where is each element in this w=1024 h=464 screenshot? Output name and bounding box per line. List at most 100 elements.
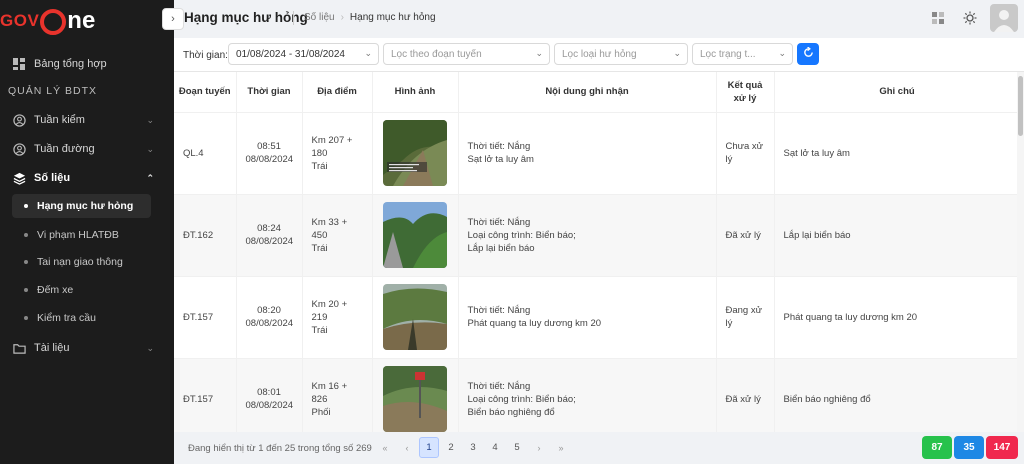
column-header-route[interactable]: Đoạn tuyến <box>174 72 237 113</box>
sidebar: GOV ne Bảng tổng hợp QUẢN LÝ BDTX Tuần k… <box>0 0 174 464</box>
content-line: Thời tiết: Nắng <box>467 216 531 228</box>
count-badge-green[interactable]: 87 <box>922 436 952 459</box>
content-cell: Thời tiết: Nắng Loại công trình: Biển báo… <box>458 358 717 432</box>
sidebar-section-title: QUẢN LÝ BDTX <box>8 85 98 97</box>
location-line: Km 207 + <box>311 134 353 146</box>
sidebar-group-tuan-duong[interactable]: Tuần đường ⌄ <box>12 137 162 161</box>
damage-photo-thumbnail[interactable] <box>383 202 447 268</box>
time-value: 08:24 <box>257 223 281 234</box>
chevron-right-icon: › <box>171 13 175 25</box>
content-line: Thời tiết: Nắng <box>467 141 531 152</box>
location-line: 180 <box>311 147 328 159</box>
breadcrumb-separator: › <box>340 12 344 23</box>
page-button[interactable]: 1 <box>419 437 439 458</box>
column-header-note: Ghi chú <box>774 72 1020 113</box>
prev-page-icon[interactable]: ‹ <box>397 437 417 458</box>
breadcrumb-item[interactable]: Số liệu <box>304 12 335 25</box>
chevron-down-icon: ⌄ <box>535 48 543 58</box>
sidebar-sub-label: Kiểm tra cầu <box>37 312 96 324</box>
bullet-icon <box>24 288 28 292</box>
content-cell: Thời tiết: Nắng Sạt lở ta luy âm <box>458 112 717 195</box>
column-header-location[interactable]: Địa điểm <box>302 72 373 113</box>
sidebar-sub-dem-xe[interactable]: Đếm xe <box>12 278 151 302</box>
brand-logo[interactable]: GOV ne <box>0 6 95 36</box>
last-page-icon[interactable]: » <box>551 437 571 458</box>
sidebar-item-dashboard[interactable]: Bảng tổng hợp <box>12 52 162 76</box>
sidebar-group-so-lieu[interactable]: Số liệu ⌃ <box>12 166 162 190</box>
sidebar-sub-kiem-tra-cau[interactable]: Kiểm tra cầu <box>12 306 151 330</box>
filter-bar: Thời gian: 01/08/2024 - 31/08/2024 ⌄ Lọc… <box>174 38 1024 72</box>
result-line: lý <box>725 318 733 329</box>
sidebar-item-label: Tuần kiểm <box>34 114 85 126</box>
sidebar-toggle-button[interactable]: › <box>162 8 184 30</box>
route-cell: QL.4 <box>174 112 237 195</box>
date-range-picker[interactable]: 01/08/2024 - 31/08/2024 ⌄ <box>228 43 379 65</box>
user-avatar[interactable] <box>990 4 1018 32</box>
bullet-icon <box>24 233 28 237</box>
sidebar-sub-label: Đếm xe <box>37 284 74 296</box>
location-line: Trái <box>311 160 328 172</box>
page-title: Hạng mục hư hỏng <box>184 10 308 25</box>
damage-type-filter-select[interactable]: Lọc loại hư hỏng ⌄ <box>554 43 688 65</box>
note-cell: Lắp lại biển báo <box>774 194 1020 277</box>
first-page-icon[interactable]: « <box>375 437 395 458</box>
time-cell: 08:01 08/08/2024 <box>236 358 303 432</box>
route-filter-placeholder: Lọc theo đoạn tuyến <box>391 48 482 60</box>
route-filter-select[interactable]: Lọc theo đoạn tuyến ⌄ <box>383 43 550 65</box>
damage-photo-thumbnail[interactable] <box>383 284 447 350</box>
sidebar-sub-hang-muc[interactable]: Hạng mục hư hỏng <box>12 194 151 218</box>
breadcrumb-divider <box>293 11 294 25</box>
table-scrollbar[interactable] <box>1017 72 1024 432</box>
date-value: 08/08/2024 <box>245 318 294 329</box>
time-value: 08:01 <box>257 387 281 398</box>
route-cell: ĐT.157 <box>174 276 237 359</box>
chevron-down-icon: ⌄ <box>778 48 786 58</box>
table-row[interactable]: QL.4 08:51 08/08/2024 Km 207 +180 Trái Thờ… <box>174 112 1020 195</box>
content-line: Sạt lở ta luy âm <box>467 154 534 165</box>
apps-grid-icon[interactable] <box>930 10 946 26</box>
sidebar-sub-label: Vi phạm HLATĐB <box>37 229 119 241</box>
page-button[interactable]: 2 <box>441 437 461 458</box>
scrollbar-thumb[interactable] <box>1018 76 1023 136</box>
status-filter-select[interactable]: Lọc trạng t... ⌄ <box>692 43 793 65</box>
table-row[interactable]: ĐT.162 08:24 08/08/2024 Km 33 +450 Trái Th… <box>174 194 1020 277</box>
refresh-icon <box>803 46 814 61</box>
status-filter-placeholder: Lọc trạng t... <box>700 48 756 60</box>
next-page-icon[interactable]: › <box>529 437 549 458</box>
sidebar-group-tuan-kiem[interactable]: Tuần kiểm ⌄ <box>12 108 162 132</box>
top-header: › Hạng mục hư hỏng Số liệu › Hạng mục hư… <box>162 0 1024 38</box>
refresh-button[interactable] <box>797 43 819 65</box>
note-cell: Sạt lở ta luy âm <box>774 112 1020 195</box>
count-badge-red[interactable]: 147 <box>986 436 1018 459</box>
folder-icon <box>12 341 26 355</box>
user-icon <box>12 113 26 127</box>
sidebar-sub-vi-pham[interactable]: Vi phạm HLATĐB <box>12 223 151 247</box>
table-row[interactable]: ĐT.157 08:20 08/08/2024 Km 20 + 219 Trái T… <box>174 276 1020 359</box>
location-line: 450 <box>311 229 328 241</box>
result-line: Chưa xử <box>725 141 764 152</box>
chevron-down-icon: ⌄ <box>146 114 154 125</box>
result-line: Đang xử <box>725 305 762 316</box>
location-line: Trái <box>311 242 328 254</box>
note-cell: Phát quang ta luy dương km 20 <box>774 276 1020 359</box>
breadcrumb-item-current: Hạng mục hư hỏng <box>349 12 436 23</box>
count-badge-blue[interactable]: 35 <box>954 436 984 459</box>
table-row[interactable]: ĐT.157 08:01 08/08/2024 Km 16 + 826 Phối T… <box>174 358 1020 432</box>
column-header-result[interactable]: Kết quả xử lý <box>716 72 775 113</box>
content-line: Phát quang ta luy dương km 20 <box>467 318 602 329</box>
sun-icon[interactable] <box>962 10 978 26</box>
column-header-time[interactable]: Thời gian <box>236 72 303 113</box>
layers-icon <box>12 171 26 185</box>
sidebar-group-tai-lieu[interactable]: Tài liệu ⌄ <box>12 336 162 360</box>
sidebar-item-label: Số liệu <box>34 172 71 184</box>
page-button[interactable]: 5 <box>507 437 527 458</box>
sidebar-sub-tai-nan[interactable]: Tai nạn giao thông <box>12 250 151 274</box>
location-line: Km 16 + 826 <box>311 380 348 405</box>
damage-photo-thumbnail[interactable] <box>383 120 447 186</box>
location-cell: Km 20 + 219 Trái <box>302 276 373 359</box>
time-cell: 08:20 08/08/2024 <box>236 276 303 359</box>
page-button[interactable]: 4 <box>485 437 505 458</box>
page-button[interactable]: 3 <box>463 437 483 458</box>
date-range-value: 01/08/2024 - 31/08/2024 <box>236 48 345 60</box>
damage-photo-thumbnail[interactable] <box>383 366 447 432</box>
